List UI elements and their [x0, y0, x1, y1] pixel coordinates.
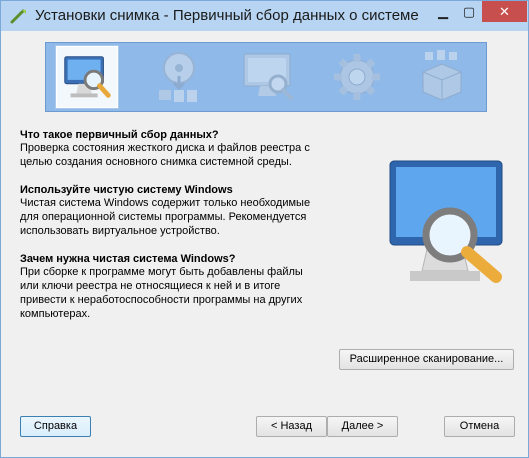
app-icon — [10, 9, 26, 24]
title-bar[interactable]: Установки снимка - Первичный сбор данных… — [1, 1, 528, 31]
section-body: При сборке к программе могут быть добавл… — [20, 266, 303, 320]
back-button[interactable]: < Назад — [256, 416, 327, 437]
setup-window: Установки снимка - Первичный сбор данных… — [0, 0, 529, 458]
section-body: Чистая система Windows содержит только н… — [20, 197, 311, 237]
step-package-box-icon — [411, 46, 473, 108]
minimize-button[interactable]: ▁ — [430, 1, 456, 22]
section-heading: Зачем нужна чистая система Windows? — [20, 253, 236, 265]
step-disc-files-icon — [151, 46, 213, 108]
help-button[interactable]: Справка — [20, 416, 91, 437]
advanced-scan-button[interactable]: Расширенное сканирование... — [339, 349, 514, 370]
section-heading: Что такое первичный сбор данных? — [20, 129, 219, 141]
section-clean-system: Используйте чистую систему Windows Чиста… — [20, 184, 310, 238]
next-button[interactable]: Далее > — [327, 416, 398, 437]
steps-banner — [45, 42, 487, 112]
section-what-is: Что такое первичный сбор данных? Проверк… — [20, 129, 310, 169]
maximize-button[interactable]: ▢ — [456, 1, 482, 22]
section-heading: Используйте чистую систему Windows — [20, 184, 233, 196]
cancel-button[interactable]: Отмена — [444, 416, 515, 437]
section-why-clean: Зачем нужна чистая система Windows? При … — [20, 253, 303, 321]
close-button[interactable]: ✕ — [482, 1, 527, 22]
window-title: Установки снимка - Первичный сбор данных… — [35, 7, 419, 24]
wizard-body: Что такое первичный сбор данных? Проверк… — [8, 31, 521, 451]
monitor-magnifier-illustration-icon — [389, 160, 503, 283]
step-monitor-magnifier-icon — [56, 46, 118, 108]
step-monitor-scan-icon — [238, 46, 300, 108]
step-gear-icon — [326, 46, 388, 108]
section-body: Проверка состояния жесткого диска и файл… — [20, 142, 310, 168]
